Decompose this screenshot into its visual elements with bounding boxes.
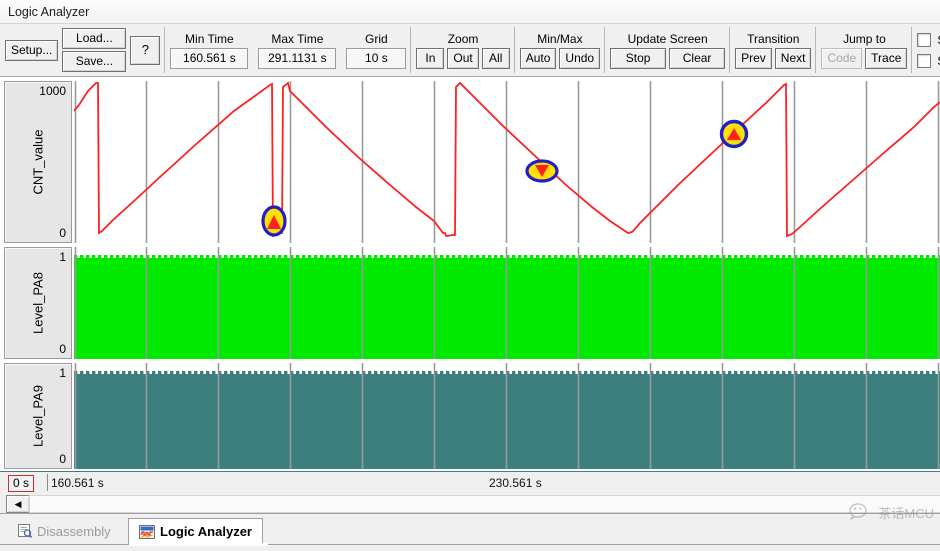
grid-input[interactable]: 10 s bbox=[346, 47, 407, 69]
track-cnt-value-label-panel: 1000 CNT_value 0 bbox=[4, 81, 72, 243]
track-cnt-value-name: CNT_value bbox=[30, 129, 46, 195]
track-level-pa8-ymax: 1 bbox=[59, 250, 66, 264]
logic-analyzer-icon bbox=[139, 524, 155, 539]
track-level-pa8-canvas[interactable] bbox=[74, 247, 940, 359]
show-cycles-checkbox-row[interactable]: Show C bbox=[917, 52, 940, 70]
update-screen-group: Update Screen Stop Clear bbox=[605, 24, 731, 76]
grid-group: Grid 10 s bbox=[341, 24, 412, 76]
max-time-input[interactable]: 291.1131 s bbox=[258, 47, 337, 69]
track-level-pa9-ymin: 0 bbox=[59, 452, 66, 466]
level-pa9-waveform bbox=[74, 363, 940, 469]
min-time-label: Min Time bbox=[185, 31, 234, 46]
update-screen-label: Update Screen bbox=[627, 31, 708, 46]
max-time-label: Max Time bbox=[271, 31, 324, 46]
grid-label: Grid bbox=[365, 31, 388, 46]
track-level-pa9-name: Level_PA9 bbox=[30, 385, 46, 447]
save-button[interactable]: Save... bbox=[62, 51, 127, 72]
tab-logic-analyzer[interactable]: Logic Analyzer bbox=[128, 518, 263, 544]
cursor-time-value[interactable]: 0 s bbox=[8, 475, 35, 492]
options-group: Signal I Show C bbox=[912, 24, 940, 76]
active-tab-cover bbox=[129, 543, 268, 546]
window-title: Logic Analyzer bbox=[8, 4, 90, 19]
track-level-pa8-ymin: 0 bbox=[59, 342, 66, 356]
zoom-in-button[interactable]: In bbox=[416, 47, 445, 69]
track-level-pa9-ymax: 1 bbox=[59, 366, 66, 380]
cnt-value-waveform bbox=[74, 81, 940, 243]
tab-logic-analyzer-label: Logic Analyzer bbox=[160, 524, 252, 539]
horizontal-scrollbar[interactable]: ◀ bbox=[0, 493, 940, 514]
signal-info-checkbox-row[interactable]: Signal I bbox=[917, 31, 940, 49]
level-pa8-waveform bbox=[74, 247, 940, 359]
transition-prev-button[interactable]: Prev bbox=[735, 47, 772, 69]
bottom-tab-bar: Disassembly Logic Analyzer bbox=[0, 514, 940, 551]
signal-info-checkbox[interactable] bbox=[917, 32, 932, 47]
minmax-marker-max-1 bbox=[719, 119, 749, 149]
jump-to-trace-button[interactable]: Trace bbox=[865, 47, 908, 69]
minmax-label: Min/Max bbox=[537, 31, 583, 46]
max-time-group: Max Time 291.1131 s bbox=[253, 24, 341, 76]
jump-to-code-button: Code bbox=[821, 47, 863, 69]
zoom-label: Zoom bbox=[447, 31, 479, 46]
minmax-auto-button[interactable]: Auto bbox=[519, 47, 557, 69]
track-level-pa8[interactable]: 1 Level_PA8 0 bbox=[0, 247, 940, 359]
disassembly-icon bbox=[18, 524, 32, 538]
jump-to-label: Jump to bbox=[843, 31, 886, 46]
min-time-input[interactable]: 160.561 s bbox=[170, 47, 249, 69]
time-ruler-bar[interactable]: 0 s 160.561 s 230.561 s bbox=[0, 471, 940, 494]
track-level-pa9-label-panel: 1 Level_PA9 0 bbox=[4, 363, 72, 469]
track-level-pa8-label-panel: 1 Level_PA8 0 bbox=[4, 247, 72, 359]
track-cnt-value-ymin: 0 bbox=[59, 226, 66, 240]
track-level-pa9-canvas[interactable] bbox=[74, 363, 940, 469]
window-title-bar: Logic Analyzer bbox=[0, 0, 940, 24]
scrollbar-track[interactable] bbox=[29, 495, 940, 513]
time-label-left: 160.561 s bbox=[51, 476, 104, 490]
tab-disassembly-label: Disassembly bbox=[37, 523, 111, 539]
track-cnt-value-canvas[interactable] bbox=[74, 81, 940, 243]
zoom-out-button[interactable]: Out bbox=[447, 47, 479, 69]
update-clear-button[interactable]: Clear bbox=[669, 47, 726, 69]
transition-label: Transition bbox=[747, 31, 800, 46]
zoom-all-button[interactable]: All bbox=[481, 47, 510, 69]
minmax-group: Min/Max Auto Undo bbox=[515, 24, 606, 76]
waveform-plot-area[interactable]: 1000 CNT_value 0 1 Level_PA8 0 1 Level_P… bbox=[0, 77, 940, 471]
load-button[interactable]: Load... bbox=[62, 28, 127, 49]
minmax-undo-button[interactable]: Undo bbox=[559, 47, 601, 69]
toolbar: Setup... Load... Save... ? Min Time 160.… bbox=[0, 24, 940, 77]
jump-to-group: Jump to Code Trace bbox=[816, 24, 913, 76]
min-time-group: Min Time 160.561 s bbox=[165, 24, 253, 76]
help-button[interactable]: ? bbox=[130, 35, 161, 65]
scroll-left-arrow-icon[interactable]: ◀ bbox=[6, 495, 30, 513]
transition-group: Transition Prev Next bbox=[730, 24, 817, 76]
track-level-pa9[interactable]: 1 Level_PA9 0 bbox=[0, 363, 940, 469]
zoom-group: Zoom In Out All bbox=[411, 24, 516, 76]
show-cycles-checkbox[interactable] bbox=[917, 53, 932, 68]
track-cnt-value[interactable]: 1000 CNT_value 0 bbox=[0, 81, 940, 243]
update-stop-button[interactable]: Stop bbox=[610, 47, 667, 69]
time-label-center: 230.561 s bbox=[489, 476, 542, 490]
tab-disassembly[interactable]: Disassembly bbox=[8, 518, 121, 544]
file-button-group: Setup... Load... Save... ? bbox=[0, 24, 166, 76]
track-level-pa8-name: Level_PA8 bbox=[30, 272, 46, 334]
setup-button[interactable]: Setup... bbox=[5, 39, 59, 61]
minmax-marker-min-2 bbox=[525, 159, 559, 183]
time-ruler-divider bbox=[47, 474, 48, 491]
track-cnt-value-ymax: 1000 bbox=[39, 84, 66, 98]
logic-analyzer-window: Logic Analyzer Setup... Load... Save... … bbox=[0, 0, 940, 551]
minmax-marker-min-1 bbox=[261, 205, 287, 237]
transition-next-button[interactable]: Next bbox=[774, 47, 812, 69]
